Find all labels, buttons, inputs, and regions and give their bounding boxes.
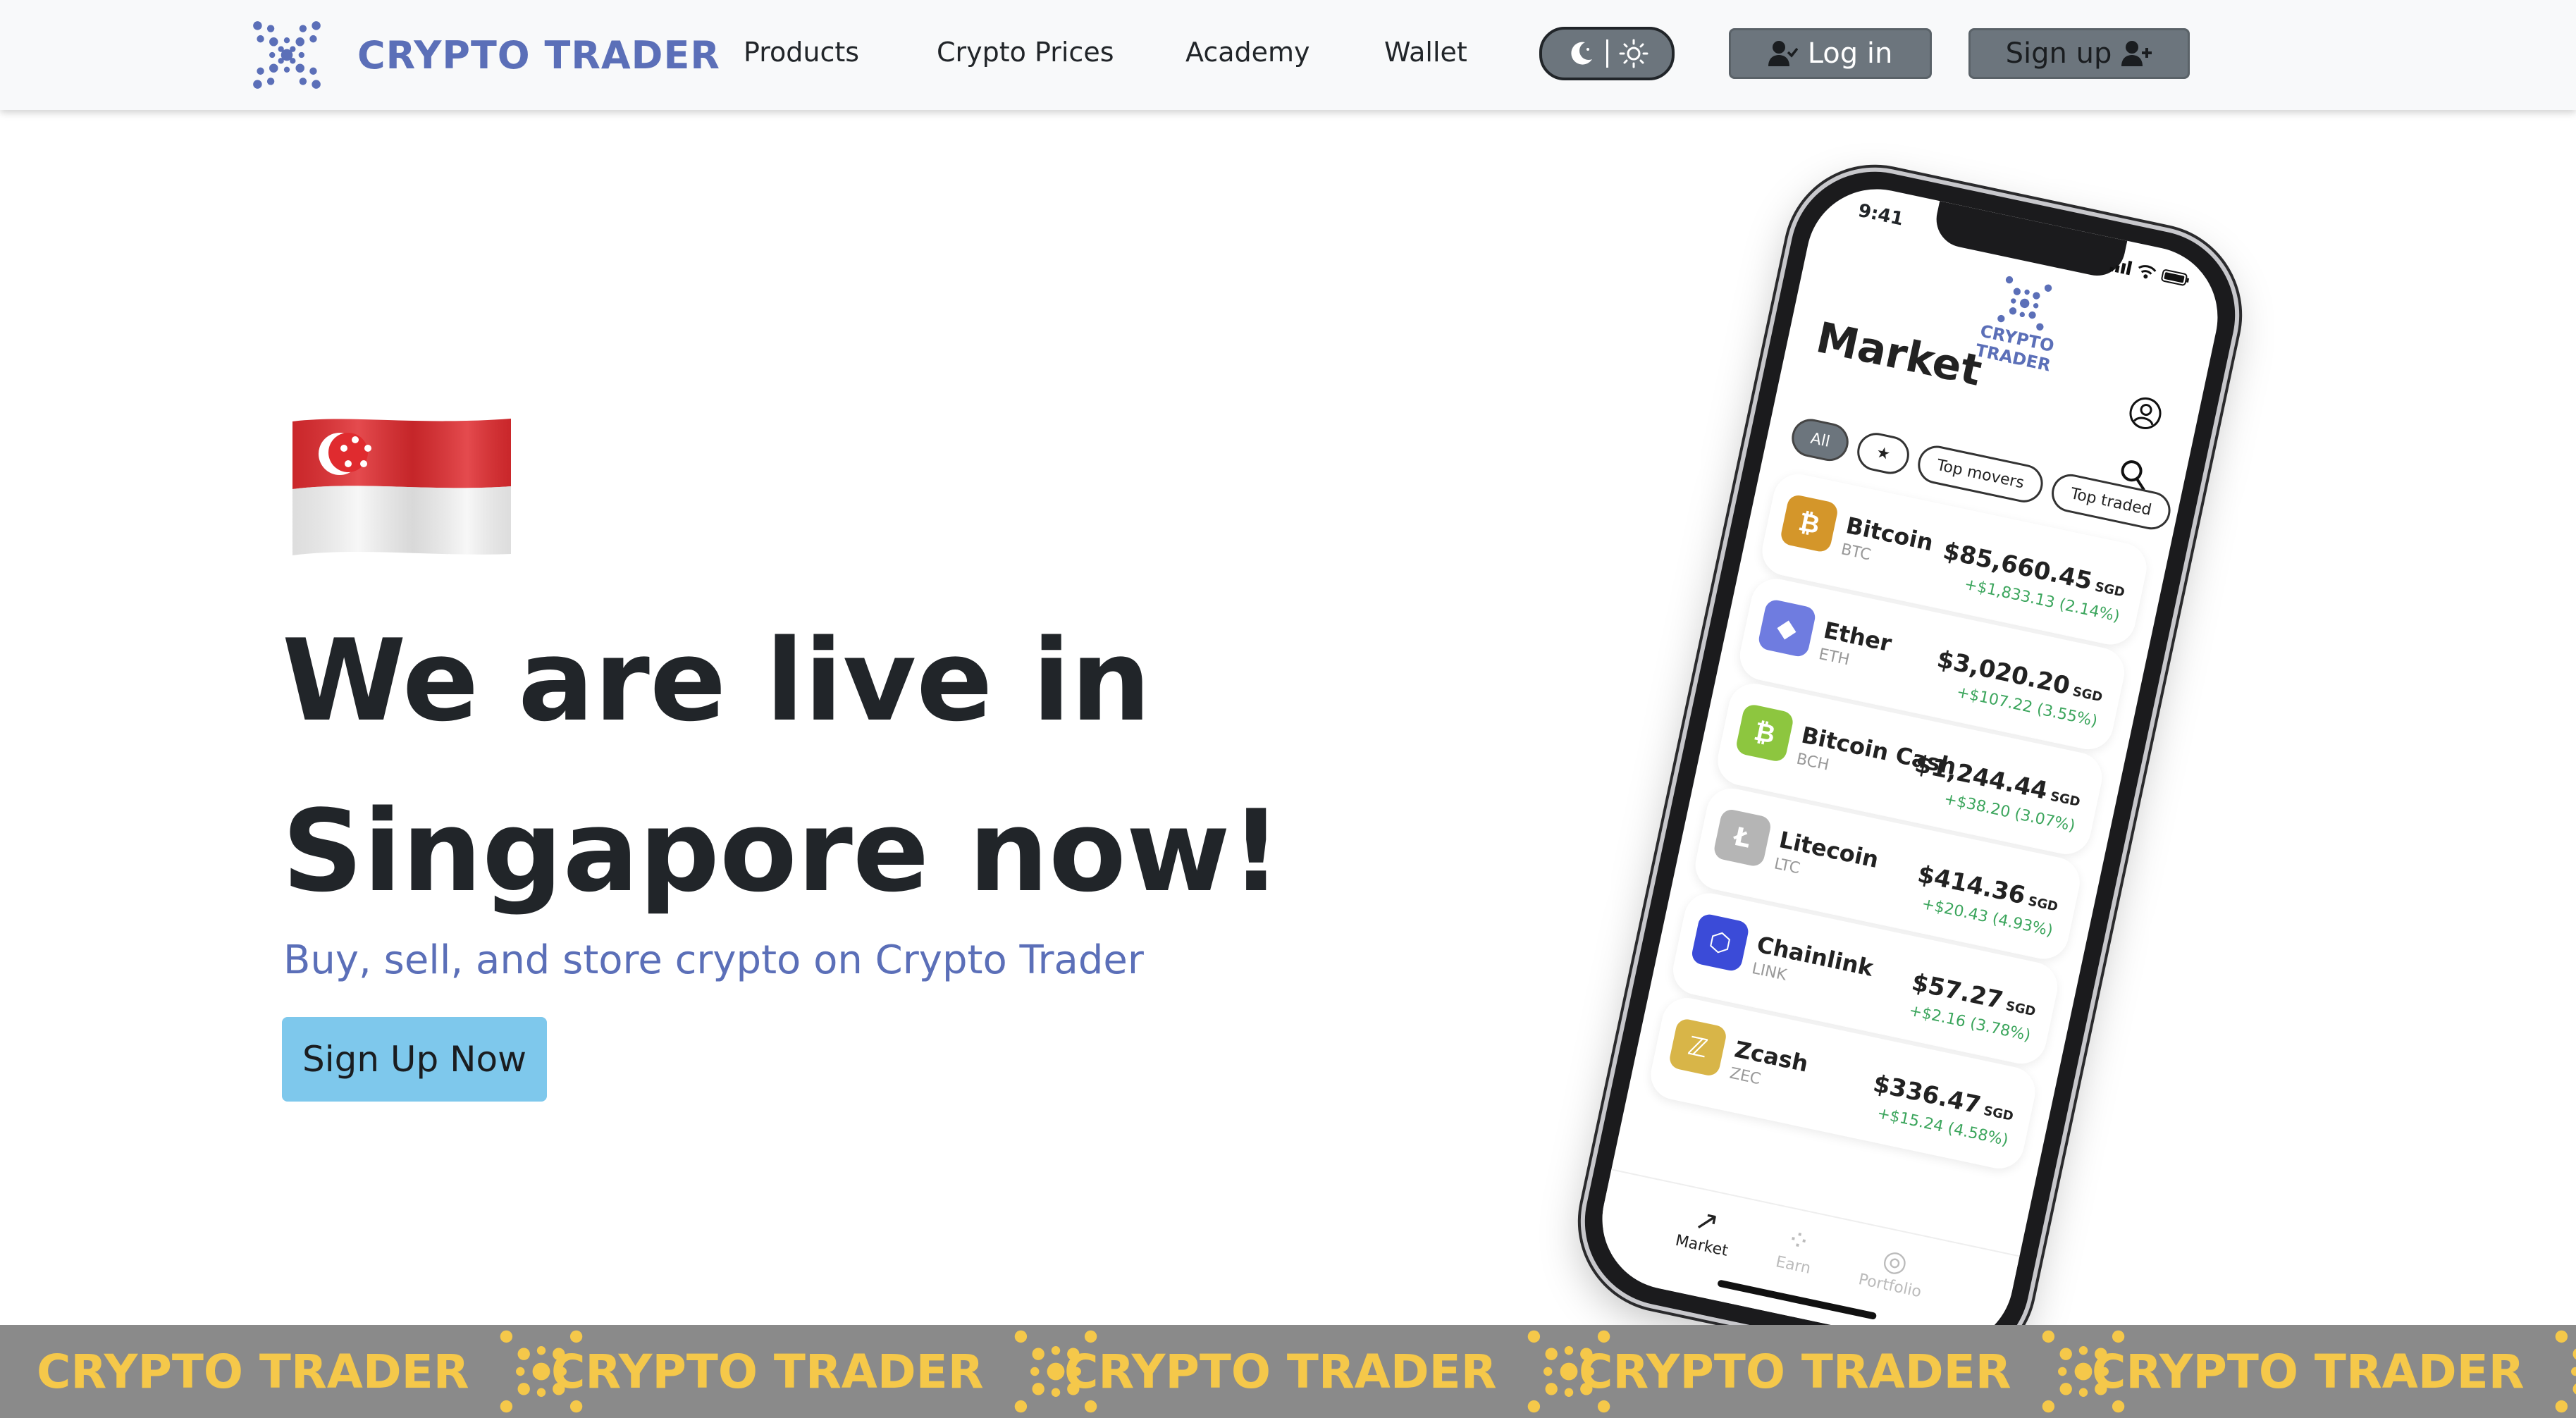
top-navbar: CRYPTO TRADER Products Crypto Prices Aca… (0, 0, 2576, 110)
trend-up-icon: ↗ (1691, 1203, 1722, 1240)
chip-top-movers[interactable]: Top movers (1914, 442, 2047, 506)
nav-link-academy[interactable]: Academy (1185, 37, 1310, 68)
coin-currency: SGD (2049, 789, 2082, 810)
chainlink-icon: ⬡ (1689, 912, 1751, 973)
coin-currency: SGD (1982, 1103, 2015, 1125)
signup-button[interactable]: Sign up (1968, 28, 2190, 79)
profile-icon[interactable] (2126, 393, 2166, 433)
banner-item: CRYPTO TRADER (2092, 1325, 2576, 1418)
singapore-flag-icon (292, 419, 511, 555)
chip-favorites[interactable]: ★ (1854, 429, 1913, 478)
banner-text: CRYPTO TRADER (1064, 1344, 1497, 1399)
banner-item: CRYPTO TRADER (551, 1325, 1099, 1418)
coin-currency: SGD (2004, 998, 2038, 1020)
brand-marquee-banner: CRYPTO TRADER CRYPTO TRADER CRYPTO TRADE… (0, 1325, 2576, 1418)
x-dots-logo-icon (253, 21, 321, 89)
moon-icon (1570, 42, 1592, 65)
banner-text: CRYPTO TRADER (2092, 1344, 2525, 1399)
ether-icon: ◆ (1756, 598, 1818, 659)
coin-symbol: ETH (1817, 645, 1851, 670)
wifi-icon (2138, 265, 2157, 279)
battery-icon (2161, 269, 2190, 286)
brand-link[interactable]: CRYPTO TRADER (250, 16, 720, 94)
x-dots-logo-icon (2555, 1330, 2576, 1413)
signup-label: Sign up (2005, 37, 2112, 70)
coin-symbol: LTC (1773, 855, 1802, 878)
login-label: Log in (1807, 37, 1893, 70)
banner-item: CRYPTO TRADER (1064, 1325, 1613, 1418)
phone-mockup: 9:41 CRYPTO TRADER Market All ★ Top move… (1569, 156, 2251, 1381)
chip-top-traded[interactable]: Top traded (2048, 470, 2174, 534)
coin-symbol: BCH (1794, 750, 1831, 775)
headline-line-1: We are live in (282, 615, 1152, 746)
coin-currency: SGD (2071, 684, 2104, 705)
headline-line-2: Singapore now! (282, 785, 1282, 917)
sign-up-now-button[interactable]: Sign Up Now (282, 1017, 547, 1102)
coin-symbol: ZEC (1727, 1064, 1763, 1089)
coins-icon: ◎ (1880, 1243, 1911, 1281)
status-icons (2109, 257, 2191, 288)
bitcoin-cash-icon: ₿ (1734, 703, 1795, 763)
sun-icon (1619, 39, 1648, 68)
coin-currency: SGD (2093, 579, 2126, 600)
status-time: 9:41 (1856, 199, 1906, 230)
litecoin-icon: Ł (1712, 808, 1773, 868)
banner-item: CRYPTO TRADER (37, 1325, 585, 1418)
signal-icon (2109, 260, 2133, 276)
brand-name: CRYPTO TRADER (357, 32, 720, 78)
hero-subtitle: Buy, sell, and store crypto on Crypto Tr… (283, 937, 1144, 983)
zcash-icon: ℤ (1668, 1017, 1728, 1078)
banner-text: CRYPTO TRADER (37, 1344, 469, 1399)
banner-text: CRYPTO TRADER (551, 1344, 984, 1399)
coin-currency: SGD (2026, 894, 2059, 915)
hero-headline: We are live in Singapore now! (282, 596, 1339, 937)
theme-toggle[interactable] (1539, 27, 1675, 80)
nav-link-wallet[interactable]: Wallet (1384, 37, 1467, 68)
coin-price-value: $3,020.20 (1934, 645, 2073, 701)
banner-text: CRYPTO TRADER (1579, 1344, 2011, 1399)
user-plus-icon (2121, 41, 2152, 66)
toggle-separator (1606, 39, 1608, 68)
login-button[interactable]: Log in (1729, 28, 1932, 79)
nav-link-crypto-prices[interactable]: Crypto Prices (937, 37, 1114, 68)
coin-symbol: BTC (1839, 541, 1873, 565)
coin-symbol: LINK (1750, 959, 1789, 985)
banner-item: CRYPTO TRADER (1579, 1325, 2127, 1418)
chip-all[interactable]: All (1788, 415, 1853, 465)
bitcoin-icon: ₿ (1779, 493, 1839, 554)
nav-link-products[interactable]: Products (744, 37, 859, 68)
dots-icon: ⁘ (1783, 1222, 1813, 1259)
user-check-icon (1768, 41, 1798, 66)
